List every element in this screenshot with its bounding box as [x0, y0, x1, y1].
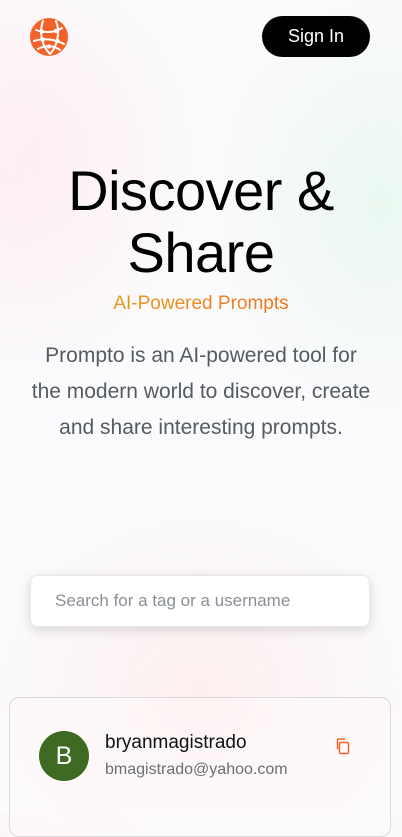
- hero-title: Discover & Share: [0, 160, 402, 284]
- sign-in-button[interactable]: Sign In: [262, 16, 370, 57]
- avatar: B: [39, 731, 89, 781]
- globe-network-icon: [30, 18, 68, 56]
- hero-title-line2: Share: [127, 221, 275, 284]
- logo[interactable]: [29, 17, 69, 57]
- copy-icon[interactable]: [334, 737, 352, 755]
- hero-description: Prompto is an AI-powered tool for the mo…: [31, 344, 371, 439]
- hero-section: Discover & Share AI-Powered Prompts Prom…: [0, 160, 402, 446]
- prompt-card[interactable]: B bryanmagistrado bmagistrado@yahoo.com: [9, 697, 391, 837]
- search-form: [30, 575, 370, 627]
- card-username[interactable]: bryanmagistrado: [105, 732, 247, 754]
- hero-subtitle: AI-Powered Prompts: [113, 293, 289, 314]
- hero-title-line1: Discover &: [68, 159, 334, 222]
- card-email: bmagistrado@yahoo.com: [105, 761, 288, 778]
- search-input[interactable]: [31, 576, 369, 626]
- navbar: Sign In: [0, 0, 402, 75]
